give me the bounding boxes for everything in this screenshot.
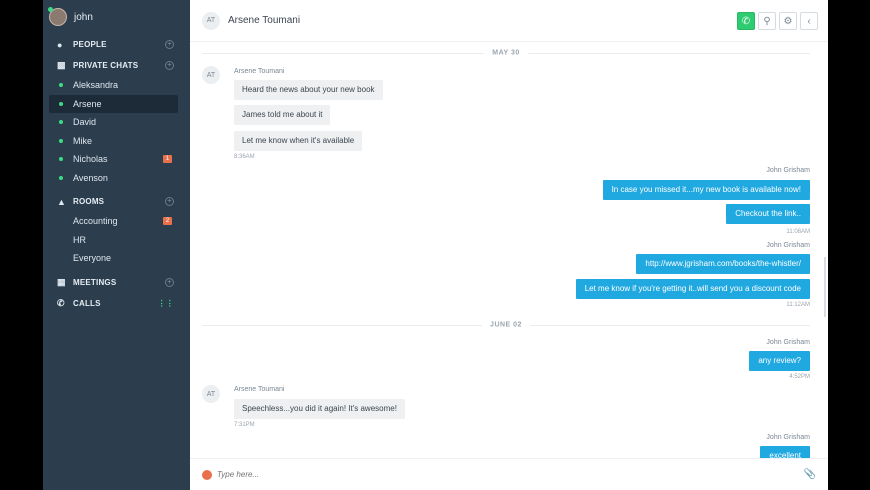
section-meetings-label: MEETINGS	[73, 277, 117, 287]
section-people-label: PEOPLE	[73, 40, 107, 49]
emoji-icon[interactable]	[202, 469, 212, 480]
sender-name: John Grisham	[766, 339, 810, 346]
sidebar-item-david[interactable]: David	[43, 113, 190, 132]
room-name: Everyone	[73, 253, 112, 264]
sender-name: John Grisham	[766, 242, 810, 249]
sidebar-item-hr[interactable]: HR	[43, 231, 190, 250]
sidebar-item-everyone[interactable]: Everyone	[43, 249, 190, 268]
add-chat-icon[interactable]: +	[165, 61, 174, 70]
online-dot	[59, 138, 63, 143]
online-dot	[59, 175, 63, 180]
online-dot	[59, 120, 63, 125]
contact-name: Arsene Toumani	[228, 15, 301, 26]
message-time: 4:52PM	[789, 374, 810, 380]
sender-avatar[interactable]: AT	[202, 66, 220, 84]
message-bubble[interactable]: Speechless...you did it again! It's awes…	[234, 399, 405, 419]
message-bubble[interactable]: http://www.jgrisham.com/books/the-whistl…	[636, 254, 810, 274]
composer: 📎	[190, 458, 828, 490]
online-dot	[59, 157, 63, 162]
chat-name: Mike	[73, 135, 93, 146]
online-dot	[59, 101, 63, 106]
add-person-icon[interactable]: +	[165, 40, 174, 49]
message-list[interactable]: MAY 30 AT Arsene Toumani Heard the news …	[190, 42, 828, 458]
add-room-icon[interactable]: +	[165, 197, 174, 206]
section-rooms-label: ROOMS	[73, 197, 105, 206]
sidebar-item-aleksandra[interactable]: Aleksandra	[43, 76, 190, 95]
contact-avatar[interactable]: AT	[202, 11, 220, 30]
section-people[interactable]: ● PEOPLE +	[43, 34, 190, 55]
section-rooms[interactable]: ▲ ROOMS +	[43, 191, 190, 212]
paperclip-icon[interactable]: 📎	[804, 469, 816, 480]
section-meetings[interactable]: ▦ MEETINGS +	[43, 272, 190, 293]
sidebar-item-avenson[interactable]: Avenson	[43, 169, 190, 188]
scrollbar[interactable]	[824, 257, 826, 317]
calendar-icon: ▦	[57, 276, 66, 287]
message-time: 8:36AM	[234, 154, 255, 160]
chat-name: David	[73, 117, 97, 128]
call-button[interactable]: ✆	[737, 12, 755, 30]
chat-bubbles-icon: ▩	[57, 60, 66, 70]
current-user[interactable]: john	[43, 0, 190, 34]
message-bubble[interactable]: Let me know when it's available	[234, 131, 363, 151]
message-bubble[interactable]: Checkout the link..	[726, 204, 810, 224]
gear-icon: ⚙	[783, 15, 793, 27]
message-bubble[interactable]: excellent	[760, 446, 810, 458]
message-bubble[interactable]: any review?	[749, 351, 810, 371]
room-name: HR	[73, 234, 86, 245]
message-bubble[interactable]: Let me know if you're getting it..will s…	[575, 279, 810, 299]
message-time: 11:08AM	[786, 229, 810, 235]
message-time: 7:31PM	[234, 422, 255, 428]
sidebar-item-mike[interactable]: Mike	[43, 132, 190, 151]
search-icon: ⚲	[763, 15, 771, 27]
sender-name: John Grisham	[766, 167, 810, 174]
sender-name: Arsene Toumani	[234, 68, 285, 75]
chat-name: Aleksandra	[73, 80, 119, 91]
username: john	[74, 11, 93, 23]
group-icon: ▲	[57, 196, 67, 207]
chat-header: AT Arsene Toumani ✆ ⚲ ⚙ ‹	[190, 0, 828, 42]
chat-panel: AT Arsene Toumani ✆ ⚲ ⚙ ‹ MAY 30 AT Arse…	[190, 0, 828, 490]
message-input[interactable]	[217, 470, 717, 479]
phone-icon: ✆	[741, 15, 751, 27]
message-bubble[interactable]: In case you missed it...my new book is a…	[602, 180, 810, 200]
sidebar-item-nicholas[interactable]: Nicholas 1	[43, 150, 190, 169]
app-window: john ● PEOPLE + ▩ PRIVATE CHATS + Aleksa…	[43, 0, 828, 490]
collapse-button[interactable]: ‹	[800, 12, 818, 30]
avatar[interactable]	[48, 7, 67, 26]
sidebar: john ● PEOPLE + ▩ PRIVATE CHATS + Aleksa…	[43, 0, 190, 490]
sender-avatar[interactable]: AT	[202, 385, 220, 403]
dialpad-icon[interactable]: ⋮⋮	[158, 299, 174, 308]
header-actions: ✆ ⚲ ⚙ ‹	[737, 12, 818, 30]
sender-name: John Grisham	[766, 434, 810, 441]
unread-badge: 1	[163, 155, 172, 164]
day-label: JUNE 02	[482, 321, 530, 329]
day-separator: MAY 30	[202, 49, 810, 57]
chat-name: Avenson	[73, 172, 108, 183]
section-private-chats[interactable]: ▩ PRIVATE CHATS +	[43, 55, 190, 76]
search-button[interactable]: ⚲	[758, 12, 776, 30]
unread-badge: 2	[163, 217, 172, 226]
section-private-chats-label: PRIVATE CHATS	[73, 61, 139, 70]
chat-name: Nicholas	[73, 154, 108, 165]
settings-button[interactable]: ⚙	[779, 12, 797, 30]
section-calls[interactable]: ✆ CALLS ⋮⋮	[43, 293, 190, 314]
sidebar-item-accounting[interactable]: Accounting 2	[43, 212, 190, 231]
section-calls-label: CALLS	[73, 298, 101, 308]
day-separator: JUNE 02	[202, 321, 810, 329]
phone-icon: ✆	[57, 297, 65, 308]
user-icon: ●	[57, 39, 63, 50]
message-time: 11:12AM	[786, 302, 810, 308]
message-bubble[interactable]: James told me about it	[234, 105, 331, 125]
chat-name: Arsene	[73, 98, 102, 109]
room-name: Accounting	[73, 216, 118, 227]
sender-name: Arsene Toumani	[234, 386, 285, 393]
chevron-left-icon: ‹	[807, 15, 811, 27]
sidebar-item-arsene[interactable]: Arsene	[49, 94, 178, 113]
online-dot	[59, 83, 63, 88]
day-label: MAY 30	[484, 49, 528, 57]
add-meeting-icon[interactable]: +	[165, 277, 174, 287]
message-bubble[interactable]: Heard the news about your new book	[234, 80, 383, 100]
